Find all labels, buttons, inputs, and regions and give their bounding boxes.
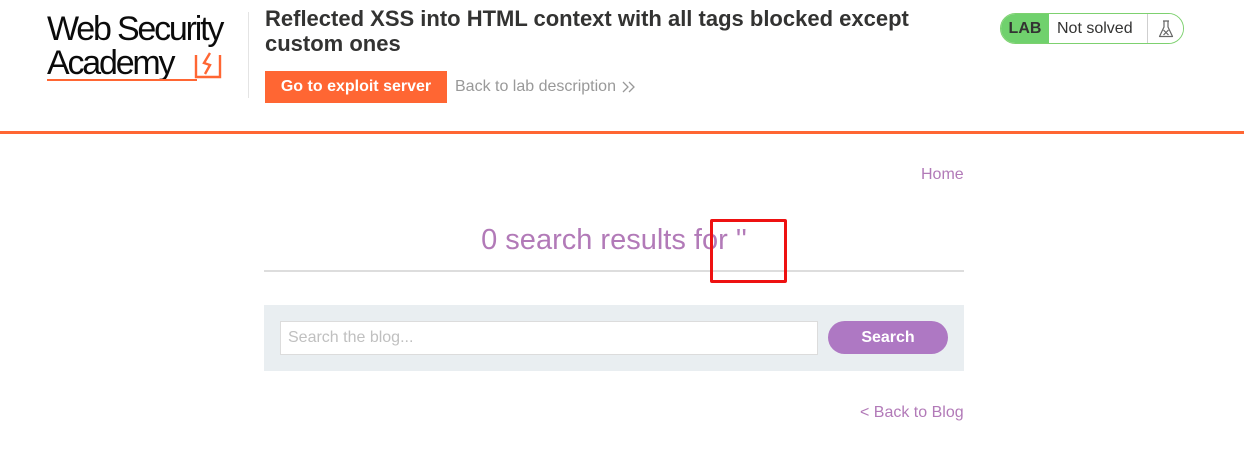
search-panel: Search [264, 305, 964, 371]
flask-icon [1147, 14, 1183, 43]
logo-underline [47, 79, 197, 81]
lab-header: Web Security Academy Reflected XSS into … [0, 0, 1244, 134]
logo-lightning-icon [194, 52, 222, 79]
home-link[interactable]: Home [921, 166, 964, 184]
logo-line-2: Academy [47, 44, 176, 82]
lab-status-text: Not solved [1049, 14, 1147, 43]
web-security-academy-logo[interactable]: Web Security Academy [47, 12, 247, 84]
highlight-annotation-box [710, 219, 787, 283]
search-results-heading: 0 search results for '' [481, 224, 747, 256]
logo-line-1: Web Security [47, 10, 224, 48]
header-divider [248, 12, 249, 98]
search-input[interactable] [280, 321, 818, 355]
go-to-exploit-server-button[interactable]: Go to exploit server [265, 71, 447, 103]
search-button[interactable]: Search [828, 321, 948, 354]
lab-badge: LAB [1001, 14, 1049, 43]
lab-title: Reflected XSS into HTML context with all… [265, 6, 909, 56]
back-to-lab-description-label: Back to lab description [455, 78, 616, 95]
back-to-blog-link[interactable]: < Back to Blog [860, 404, 964, 422]
heading-divider [264, 270, 964, 272]
back-to-lab-description-link[interactable]: Back to lab description [455, 78, 636, 96]
lab-status-widget: LAB Not solved [1000, 13, 1184, 44]
double-chevron-right-icon [622, 81, 635, 93]
